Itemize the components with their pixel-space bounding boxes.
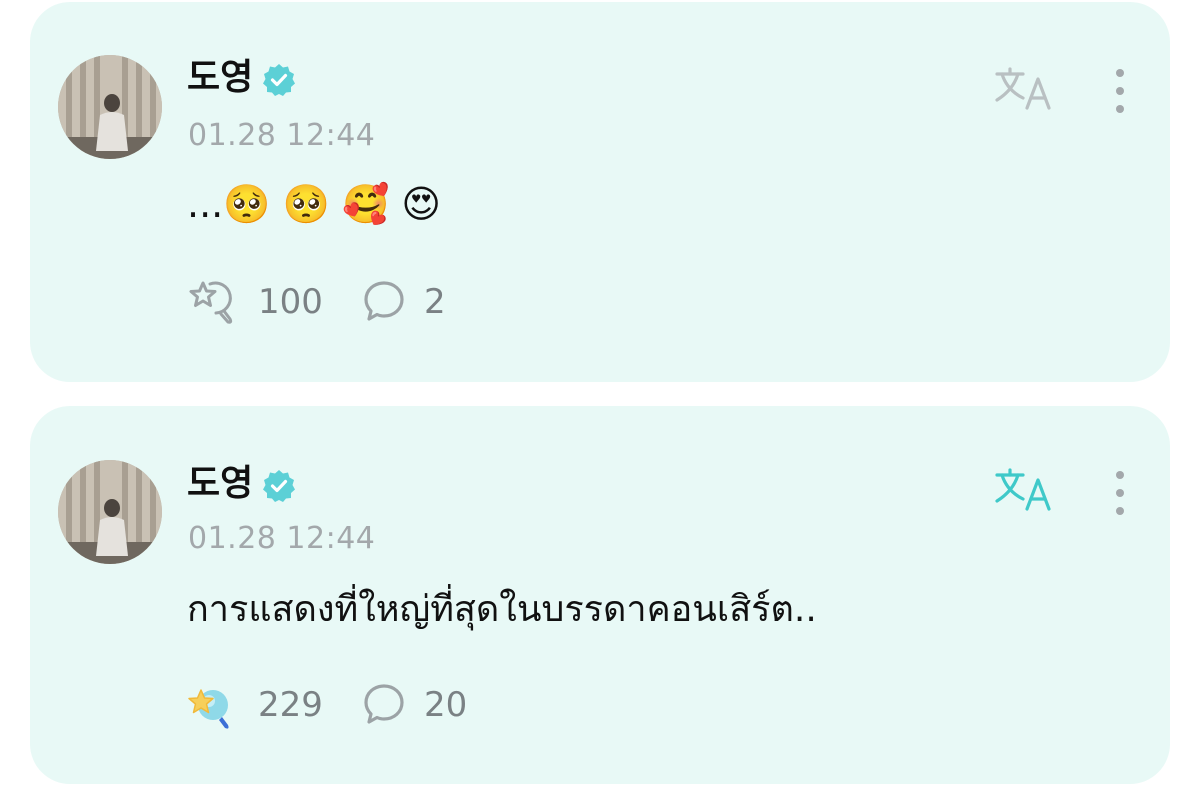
post-timestamp: 01.28 12:44 xyxy=(188,118,376,153)
more-vertical-icon[interactable] xyxy=(1108,468,1132,520)
author-name[interactable]: 도영 xyxy=(187,58,253,98)
reaction-count: 100 xyxy=(258,282,323,322)
post-card[interactable]: 도영 01.28 12:44 การแสดงที่ใหญ่ที่สุดในบรร… xyxy=(30,406,1170,784)
reaction-star-icon[interactable] xyxy=(188,277,238,325)
post-timestamp: 01.28 12:44 xyxy=(188,521,376,556)
comment-count: 2 xyxy=(424,282,446,322)
translate-icon[interactable] xyxy=(993,66,1055,112)
verified-badge-icon xyxy=(263,470,295,502)
comment-bubble-icon[interactable] xyxy=(362,279,406,323)
verified-badge-icon xyxy=(263,64,295,96)
more-vertical-icon[interactable] xyxy=(1108,66,1132,118)
comment-bubble-icon[interactable] xyxy=(362,682,406,726)
reaction-count: 229 xyxy=(258,685,323,725)
translate-icon[interactable] xyxy=(993,467,1055,513)
comment-count: 20 xyxy=(424,685,468,725)
reaction-star-icon[interactable] xyxy=(186,684,236,732)
post-content: การแสดงที่ใหญ่ที่สุดในบรรดาคอนเสิร์ต.. xyxy=(187,589,817,630)
avatar[interactable] xyxy=(58,460,162,564)
post-card[interactable]: 도영 01.28 12:44 ...🥺 🥺 🥰 😍 100 2 xyxy=(30,2,1170,382)
avatar[interactable] xyxy=(58,55,162,159)
post-content: ...🥺 🥺 🥰 😍 xyxy=(187,182,442,226)
author-name[interactable]: 도영 xyxy=(187,464,253,504)
